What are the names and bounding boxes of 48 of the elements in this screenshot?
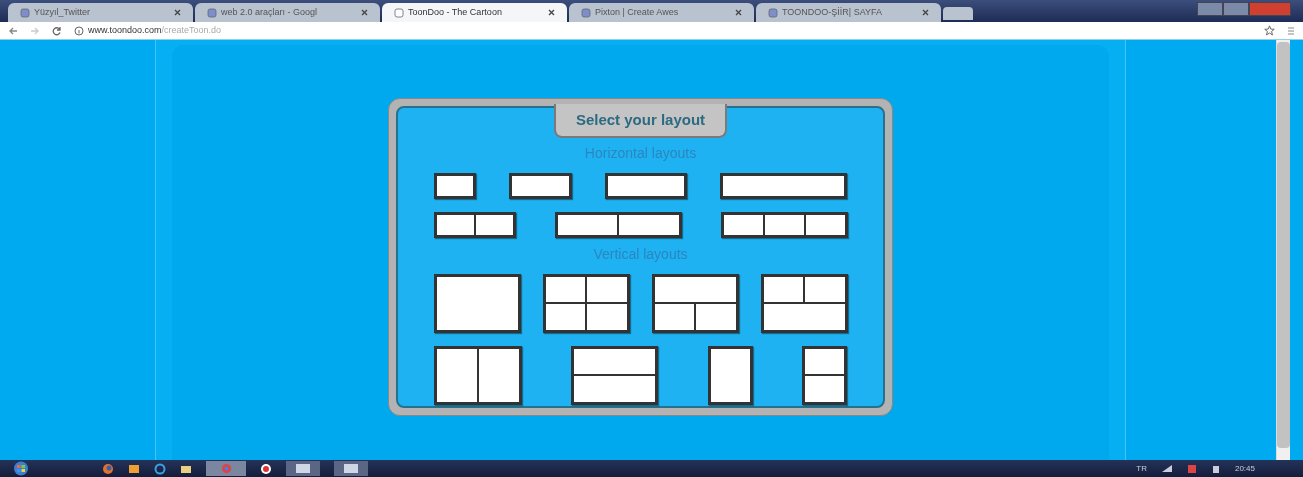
favicon-icon (20, 7, 30, 18)
tab-title: Yüzyıl_Twitter (34, 5, 92, 19)
minimize-button[interactable] (1197, 2, 1223, 16)
layout-option[interactable] (720, 211, 848, 238)
layout-option[interactable] (760, 273, 848, 333)
dialog-title: Select your layout (553, 104, 728, 138)
layout-option[interactable] (433, 172, 476, 199)
close-icon[interactable] (735, 9, 742, 16)
layout-option[interactable] (651, 273, 739, 333)
maximize-button[interactable] (1223, 2, 1249, 16)
close-icon[interactable] (174, 9, 181, 16)
close-icon[interactable] (548, 9, 555, 16)
layout-option[interactable] (554, 211, 682, 238)
star-icon[interactable] (1264, 25, 1275, 36)
close-icon[interactable] (922, 9, 929, 16)
browser-tab[interactable]: ToonDoo - The Cartoon (382, 3, 567, 22)
favicon-icon (207, 7, 217, 18)
language-indicator[interactable]: TR (1136, 462, 1147, 475)
network-icon[interactable] (1160, 464, 1173, 473)
tab-title: web 2.0 araçları - Googl (221, 5, 319, 19)
clock[interactable]: 20:45 (1234, 462, 1255, 475)
layout-option[interactable] (508, 172, 572, 199)
browser-tab[interactable]: Pixton | Create Awes (569, 3, 754, 22)
tab-title: Pixton | Create Awes (595, 5, 680, 19)
tab-title: TOONDOO-ŞİİR| SAYFA (782, 5, 884, 19)
back-icon[interactable] (8, 25, 18, 36)
reload-icon[interactable] (52, 25, 62, 36)
favicon-icon (581, 7, 591, 18)
layout-option[interactable] (707, 345, 753, 405)
layout-option[interactable] (605, 172, 688, 199)
layout-option[interactable] (433, 345, 522, 405)
browser-tab[interactable]: Yüzyıl_Twitter (8, 3, 193, 22)
window-taskbar-button[interactable] (286, 461, 320, 476)
favicon-icon (394, 7, 404, 18)
browser-tab[interactable]: web 2.0 araçları - Googl (195, 3, 380, 22)
layout-option[interactable] (720, 172, 848, 199)
layout-option[interactable] (542, 273, 630, 333)
layout-option[interactable] (433, 273, 521, 333)
close-icon[interactable] (361, 9, 368, 16)
layout-option[interactable] (571, 345, 659, 405)
layout-option[interactable] (433, 211, 516, 238)
tab-title: ToonDoo - The Cartoon (408, 5, 503, 19)
address-bar[interactable]: www.toondoo.com/createToon.do (88, 23, 222, 38)
browser-tab[interactable]: TOONDOO-ŞİİR| SAYFA (756, 3, 941, 22)
window-taskbar-button[interactable] (334, 461, 368, 476)
favicon-icon (768, 7, 778, 18)
layout-option[interactable] (802, 345, 848, 405)
info-icon[interactable] (74, 25, 84, 36)
